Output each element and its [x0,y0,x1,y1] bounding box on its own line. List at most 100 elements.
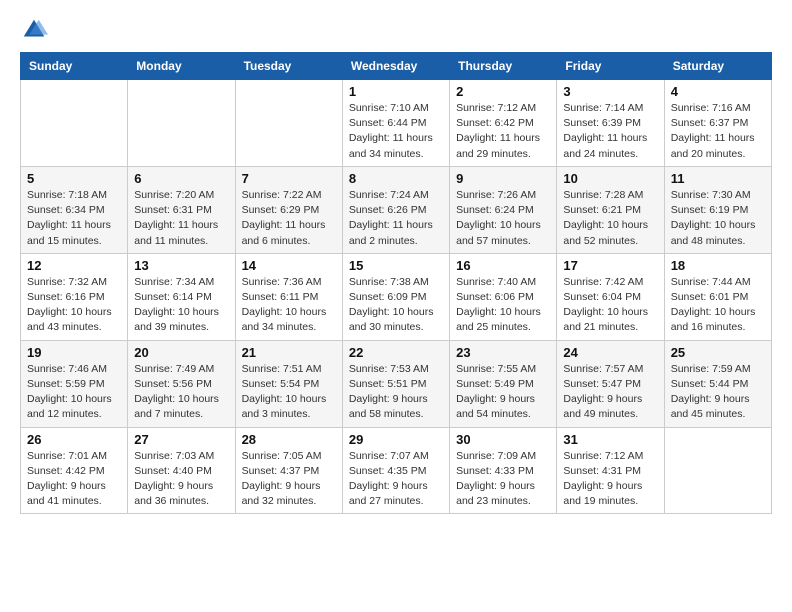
calendar-cell: 4 Sunrise: 7:16 AMSunset: 6:37 PMDaylight… [664,80,771,167]
day-number: 28 [242,432,336,447]
day-info: Sunrise: 7:51 AMSunset: 5:54 PMDaylight:… [242,362,336,423]
day-info: Sunrise: 7:30 AMSunset: 6:19 PMDaylight:… [671,188,765,249]
day-number: 21 [242,345,336,360]
day-number: 27 [134,432,228,447]
day-number: 6 [134,171,228,186]
calendar-week-row: 5 Sunrise: 7:18 AMSunset: 6:34 PMDaylight… [21,166,772,253]
day-number: 26 [27,432,121,447]
day-number: 18 [671,258,765,273]
calendar-cell: 21 Sunrise: 7:51 AMSunset: 5:54 PMDayligh… [235,340,342,427]
day-info: Sunrise: 7:03 AMSunset: 4:40 PMDaylight:… [134,449,228,510]
day-info: Sunrise: 7:07 AMSunset: 4:35 PMDaylight:… [349,449,443,510]
day-header: Wednesday [342,53,449,80]
calendar-cell: 26 Sunrise: 7:01 AMSunset: 4:42 PMDayligh… [21,427,128,514]
day-info: Sunrise: 7:44 AMSunset: 6:01 PMDaylight:… [671,275,765,336]
day-info: Sunrise: 7:18 AMSunset: 6:34 PMDaylight:… [27,188,121,249]
calendar-cell: 20 Sunrise: 7:49 AMSunset: 5:56 PMDayligh… [128,340,235,427]
day-number: 15 [349,258,443,273]
day-info: Sunrise: 7:34 AMSunset: 6:14 PMDaylight:… [134,275,228,336]
calendar-week-row: 19 Sunrise: 7:46 AMSunset: 5:59 PMDayligh… [21,340,772,427]
day-info: Sunrise: 7:12 AMSunset: 6:42 PMDaylight:… [456,101,550,162]
day-info: Sunrise: 7:53 AMSunset: 5:51 PMDaylight:… [349,362,443,423]
page-container: SundayMondayTuesdayWednesdayThursdayFrid… [0,0,792,524]
day-info: Sunrise: 7:01 AMSunset: 4:42 PMDaylight:… [27,449,121,510]
day-number: 20 [134,345,228,360]
day-info: Sunrise: 7:32 AMSunset: 6:16 PMDaylight:… [27,275,121,336]
day-number: 1 [349,84,443,99]
calendar-cell: 14 Sunrise: 7:36 AMSunset: 6:11 PMDayligh… [235,253,342,340]
day-header: Tuesday [235,53,342,80]
day-info: Sunrise: 7:05 AMSunset: 4:37 PMDaylight:… [242,449,336,510]
day-info: Sunrise: 7:16 AMSunset: 6:37 PMDaylight:… [671,101,765,162]
calendar-cell: 2 Sunrise: 7:12 AMSunset: 6:42 PMDaylight… [450,80,557,167]
day-header: Saturday [664,53,771,80]
day-number: 16 [456,258,550,273]
calendar-cell: 11 Sunrise: 7:30 AMSunset: 6:19 PMDayligh… [664,166,771,253]
day-number: 12 [27,258,121,273]
day-header: Friday [557,53,664,80]
header-row: SundayMondayTuesdayWednesdayThursdayFrid… [21,53,772,80]
calendar-cell: 1 Sunrise: 7:10 AMSunset: 6:44 PMDaylight… [342,80,449,167]
calendar-cell [664,427,771,514]
calendar-cell: 31Sunrise: 7:12 AMSunset: 4:31 PMDayligh… [557,427,664,514]
day-number: 30 [456,432,550,447]
day-header: Sunday [21,53,128,80]
calendar-cell [235,80,342,167]
calendar-cell: 23 Sunrise: 7:55 AMSunset: 5:49 PMDayligh… [450,340,557,427]
day-info: Sunrise: 7:26 AMSunset: 6:24 PMDaylight:… [456,188,550,249]
day-number: 9 [456,171,550,186]
calendar-cell: 8 Sunrise: 7:24 AMSunset: 6:26 PMDaylight… [342,166,449,253]
calendar-cell [21,80,128,167]
day-info: Sunrise: 7:55 AMSunset: 5:49 PMDaylight:… [456,362,550,423]
calendar-cell: 28 Sunrise: 7:05 AMSunset: 4:37 PMDayligh… [235,427,342,514]
day-number: 25 [671,345,765,360]
day-info: Sunrise: 7:46 AMSunset: 5:59 PMDaylight:… [27,362,121,423]
calendar-cell: 7Sunrise: 7:22 AMSunset: 6:29 PMDaylight… [235,166,342,253]
calendar-cell: 3 Sunrise: 7:14 AMSunset: 6:39 PMDaylight… [557,80,664,167]
calendar-cell: 10Sunrise: 7:28 AMSunset: 6:21 PMDayligh… [557,166,664,253]
calendar-cell: 13 Sunrise: 7:34 AMSunset: 6:14 PMDayligh… [128,253,235,340]
logo [20,16,54,44]
calendar-cell: 27 Sunrise: 7:03 AMSunset: 4:40 PMDayligh… [128,427,235,514]
day-header: Monday [128,53,235,80]
calendar-cell: 16 Sunrise: 7:40 AMSunset: 6:06 PMDayligh… [450,253,557,340]
day-number: 11 [671,171,765,186]
calendar-cell: 6Sunrise: 7:20 AMSunset: 6:31 PMDaylight… [128,166,235,253]
day-info: Sunrise: 7:10 AMSunset: 6:44 PMDaylight:… [349,101,443,162]
day-number: 5 [27,171,121,186]
logo-icon [20,16,48,44]
day-number: 19 [27,345,121,360]
day-number: 8 [349,171,443,186]
day-number: 2 [456,84,550,99]
calendar-week-row: 12 Sunrise: 7:32 AMSunset: 6:16 PMDayligh… [21,253,772,340]
calendar-cell: 18 Sunrise: 7:44 AMSunset: 6:01 PMDayligh… [664,253,771,340]
day-number: 3 [563,84,657,99]
day-info: Sunrise: 7:14 AMSunset: 6:39 PMDaylight:… [563,101,657,162]
day-number: 4 [671,84,765,99]
day-number: 13 [134,258,228,273]
header [20,16,772,44]
day-info: Sunrise: 7:42 AMSunset: 6:04 PMDaylight:… [563,275,657,336]
calendar-cell: 19 Sunrise: 7:46 AMSunset: 5:59 PMDayligh… [21,340,128,427]
day-number: 23 [456,345,550,360]
day-info: Sunrise: 7:38 AMSunset: 6:09 PMDaylight:… [349,275,443,336]
day-number: 10 [563,171,657,186]
calendar-cell: 12 Sunrise: 7:32 AMSunset: 6:16 PMDayligh… [21,253,128,340]
calendar-cell: 25 Sunrise: 7:59 AMSunset: 5:44 PMDayligh… [664,340,771,427]
day-info: Sunrise: 7:57 AMSunset: 5:47 PMDaylight:… [563,362,657,423]
calendar-cell: 29Sunrise: 7:07 AMSunset: 4:35 PMDayligh… [342,427,449,514]
day-info: Sunrise: 7:24 AMSunset: 6:26 PMDaylight:… [349,188,443,249]
day-info: Sunrise: 7:40 AMSunset: 6:06 PMDaylight:… [456,275,550,336]
day-number: 31 [563,432,657,447]
day-info: Sunrise: 7:59 AMSunset: 5:44 PMDaylight:… [671,362,765,423]
day-number: 14 [242,258,336,273]
calendar-cell: 24Sunrise: 7:57 AMSunset: 5:47 PMDayligh… [557,340,664,427]
calendar-cell: 22Sunrise: 7:53 AMSunset: 5:51 PMDayligh… [342,340,449,427]
day-info: Sunrise: 7:36 AMSunset: 6:11 PMDaylight:… [242,275,336,336]
day-info: Sunrise: 7:49 AMSunset: 5:56 PMDaylight:… [134,362,228,423]
calendar: SundayMondayTuesdayWednesdayThursdayFrid… [20,52,772,514]
day-info: Sunrise: 7:09 AMSunset: 4:33 PMDaylight:… [456,449,550,510]
calendar-cell: 17Sunrise: 7:42 AMSunset: 6:04 PMDayligh… [557,253,664,340]
day-header: Thursday [450,53,557,80]
calendar-cell: 5 Sunrise: 7:18 AMSunset: 6:34 PMDaylight… [21,166,128,253]
